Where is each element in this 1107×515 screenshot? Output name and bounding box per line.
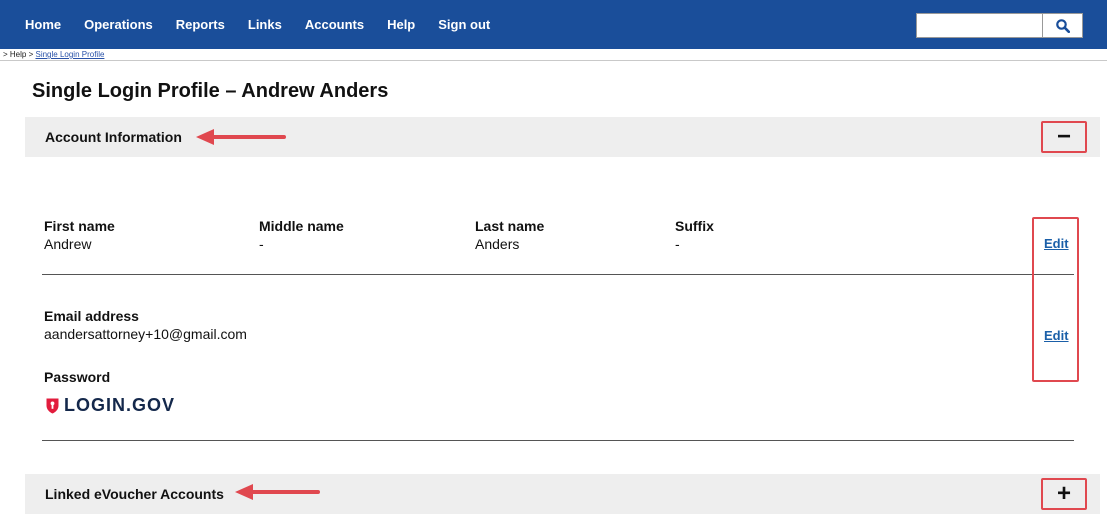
search-button[interactable] [1043, 13, 1083, 38]
breadcrumb-prefix: > Help > [3, 50, 34, 59]
nav-links: Home Operations Reports Links Accounts H… [25, 0, 513, 49]
section-divider [42, 440, 1074, 441]
nav-help[interactable]: Help [387, 17, 415, 32]
linked-evoucher-accounts-label: Linked eVoucher Accounts [45, 486, 224, 502]
suffix-label: Suffix [675, 218, 714, 234]
collapse-account-button[interactable]: − [1041, 121, 1087, 153]
last-name-label: Last name [475, 218, 545, 234]
plus-icon: + [1056, 480, 1071, 507]
password-label: Password [44, 369, 111, 385]
nav-links[interactable]: Links [248, 17, 282, 32]
red-arrow-icon [196, 129, 286, 145]
breadcrumb-divider [0, 60, 1107, 61]
nav-operations[interactable]: Operations [84, 17, 153, 32]
red-arrow-icon [235, 484, 320, 500]
email-label: Email address [44, 308, 139, 324]
page-title: Single Login Profile – Andrew Anders [32, 80, 389, 102]
nav-sign-out[interactable]: Sign out [438, 17, 490, 32]
login-gov-shield-icon [46, 398, 59, 413]
first-name-value: Andrew [44, 236, 92, 252]
breadcrumb: > Help > Single Login Profile [3, 50, 104, 59]
search-icon [1056, 19, 1070, 33]
last-name-value: Anders [475, 236, 520, 252]
nav-accounts[interactable]: Accounts [305, 17, 364, 32]
search-input[interactable] [916, 13, 1043, 38]
minus-icon: − [1056, 123, 1071, 150]
breadcrumb-current-link[interactable]: Single Login Profile [35, 50, 104, 59]
account-information-label: Account Information [45, 129, 182, 145]
login-gov-logo: LOGIN.GOV [46, 395, 175, 416]
email-value: aandersattorney+10@gmail.com [44, 326, 247, 342]
section-divider [42, 274, 1074, 275]
nav-reports[interactable]: Reports [176, 17, 225, 32]
top-navigation-bar: Home Operations Reports Links Accounts H… [0, 0, 1107, 49]
middle-name-label: Middle name [259, 218, 344, 234]
edit-links-highlight-box [1032, 217, 1079, 382]
nav-home[interactable]: Home [25, 17, 61, 32]
first-name-label: First name [44, 218, 115, 234]
middle-name-value: - [259, 236, 264, 252]
suffix-value: - [675, 236, 680, 252]
linked-evoucher-accounts-header[interactable]: Linked eVoucher Accounts [25, 474, 1100, 514]
login-gov-wordmark: LOGIN.GOV [64, 395, 176, 415]
account-information-header[interactable]: Account Information [25, 117, 1100, 157]
expand-linked-accounts-button[interactable]: + [1041, 478, 1087, 510]
